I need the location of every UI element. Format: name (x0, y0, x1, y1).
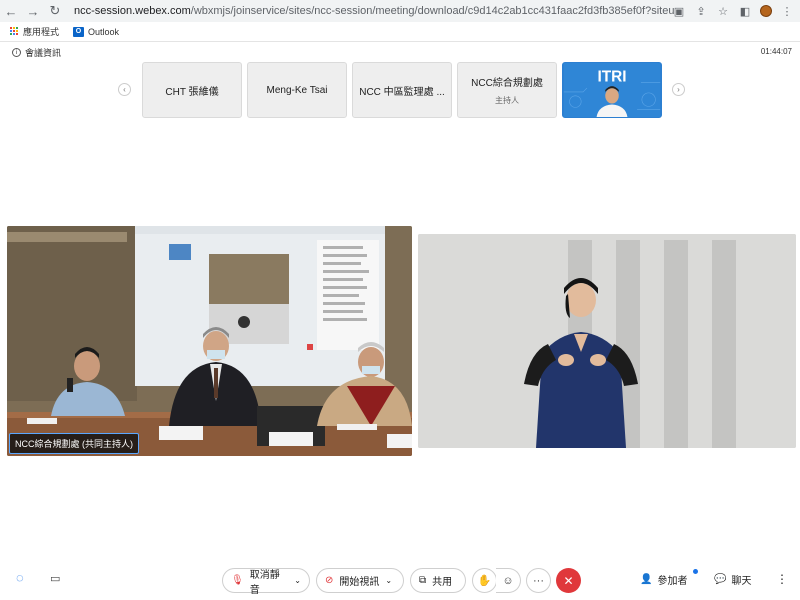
main-video-feed[interactable]: NCC綜合規劃處 (共同主持人) (7, 226, 412, 456)
close-icon: ✕ (563, 573, 574, 588)
participant-tile[interactable]: CHT 張維儀 (142, 62, 242, 118)
meeting-info-button[interactable]: i 會議資訊 (12, 46, 61, 59)
emoji-icon: ☺ (502, 574, 514, 587)
meeting-toolbar: ◌ ▭ 🎙 取消靜音 ⌄ ⊘ 開始視訊 ⌄ ⧉ 共用 ✋ ☺ ··· ✕ 👤 參… (0, 562, 800, 600)
share-button[interactable]: ⧉ 共用 (410, 568, 466, 593)
participant-name: ITRI (597, 68, 626, 85)
browser-address-bar: ← → ↻ ncc-session.webex.com/wbxmjs/joins… (0, 0, 800, 22)
kebab-menu-icon[interactable]: ⋮ (780, 5, 794, 18)
person-icon: 👤 (640, 574, 653, 585)
participants-button[interactable]: 👤 參加者 (640, 569, 698, 587)
participant-video-tile[interactable]: ITRI (562, 62, 662, 118)
url-field[interactable]: ncc-session.webex.com/wbxmjs/joinservice… (74, 5, 674, 17)
start-video-label: 開始視訊 (339, 577, 380, 588)
sidepanel-icon[interactable]: ◧ (738, 5, 752, 18)
bookmarks-bar: 應用程式 O Outlook (0, 22, 800, 42)
share-label: 共用 (432, 577, 453, 588)
video-off-icon: ⊘ (325, 575, 334, 586)
participant-name: NCC綜合規劃處 (471, 78, 543, 89)
kebab-menu-icon: ⋮ (776, 572, 788, 586)
chevron-down-icon: ⌄ (385, 576, 393, 585)
itri-video-feed: ITRI (563, 63, 661, 117)
profile-avatar[interactable] (760, 5, 772, 17)
url-path: /wbxmjs/joinservice/sites/ncc-session/me… (190, 5, 674, 17)
apps-grid-icon (10, 27, 19, 36)
bookmark-label: Outlook (88, 26, 120, 37)
share-screen-icon: ⧉ (419, 575, 427, 586)
webex-assistant-icon[interactable]: ◌ (16, 570, 24, 585)
chat-label: 聊天 (731, 576, 752, 587)
info-icon: i (12, 48, 21, 57)
captions-icon[interactable]: ▭ (50, 572, 60, 585)
leave-meeting-button[interactable]: ✕ (556, 568, 581, 593)
interpreter-scene (418, 234, 796, 448)
chat-bubble-icon: 💬 (714, 574, 727, 585)
unmute-label: 取消靜音 (249, 569, 280, 596)
participant-tile[interactable]: NCC綜合規劃處 主持人 (457, 62, 557, 118)
chevron-down-icon: ⌄ (294, 576, 301, 585)
back-arrow-icon[interactable]: ← (0, 0, 22, 22)
bookmark-label: 應用程式 (23, 27, 60, 37)
outlook-icon: O (73, 26, 85, 37)
conference-room-scene (7, 226, 412, 456)
chevron-left-icon[interactable]: ‹ (118, 83, 131, 96)
bookmark-outlook[interactable]: O Outlook (73, 26, 120, 37)
chat-button[interactable]: 💬 聊天 (714, 572, 751, 587)
meeting-info-label: 會議資訊 (25, 48, 62, 58)
start-video-button[interactable]: ⊘ 開始視訊 ⌄ (316, 568, 404, 593)
chevron-right-icon[interactable]: › (672, 83, 685, 96)
reload-icon[interactable]: ↻ (44, 0, 66, 22)
camera-blocked-icon[interactable]: ▣ (672, 5, 686, 18)
reactions-button[interactable]: ☺ (496, 568, 521, 593)
participant-tile[interactable]: Meng-Ke Tsai (247, 62, 347, 118)
share-icon[interactable]: ⇪ (694, 5, 708, 18)
notification-dot (693, 569, 698, 574)
url-host: ncc-session.webex.com (74, 5, 191, 17)
raise-hand-button[interactable]: ✋ (472, 568, 497, 593)
star-icon[interactable]: ☆ (716, 5, 730, 18)
interpreter-video-feed[interactable] (418, 234, 796, 448)
meeting-timer: 01:44:07 (760, 47, 792, 56)
more-options-button[interactable]: ··· (526, 568, 551, 593)
participant-strip: ‹ CHT 張維儀 Meng-Ke Tsai NCC 中區監理處 ... NCC… (118, 62, 688, 120)
hand-icon: ✋ (477, 575, 492, 587)
bookmark-apps[interactable]: 應用程式 (10, 25, 59, 38)
mic-muted-icon: 🎙 (231, 575, 244, 586)
participants-label: 參加者 (657, 576, 688, 587)
more-icon: ··· (533, 574, 544, 587)
participant-name: NCC 中區監理處 ... (359, 86, 445, 98)
participant-tile[interactable]: NCC 中區監理處 ... (352, 62, 452, 118)
participant-name: CHT 張維儀 (165, 86, 219, 98)
overflow-menu-button[interactable]: ⋮ (776, 572, 788, 586)
unmute-button[interactable]: 🎙 取消靜音 ⌄ (222, 568, 310, 596)
participant-name: Meng-Ke Tsai (266, 84, 328, 96)
participant-role: 主持人 (495, 96, 519, 105)
forward-arrow-icon[interactable]: → (22, 0, 44, 22)
main-video-name-tag: NCC綜合規劃處 (共同主持人) (9, 433, 139, 454)
